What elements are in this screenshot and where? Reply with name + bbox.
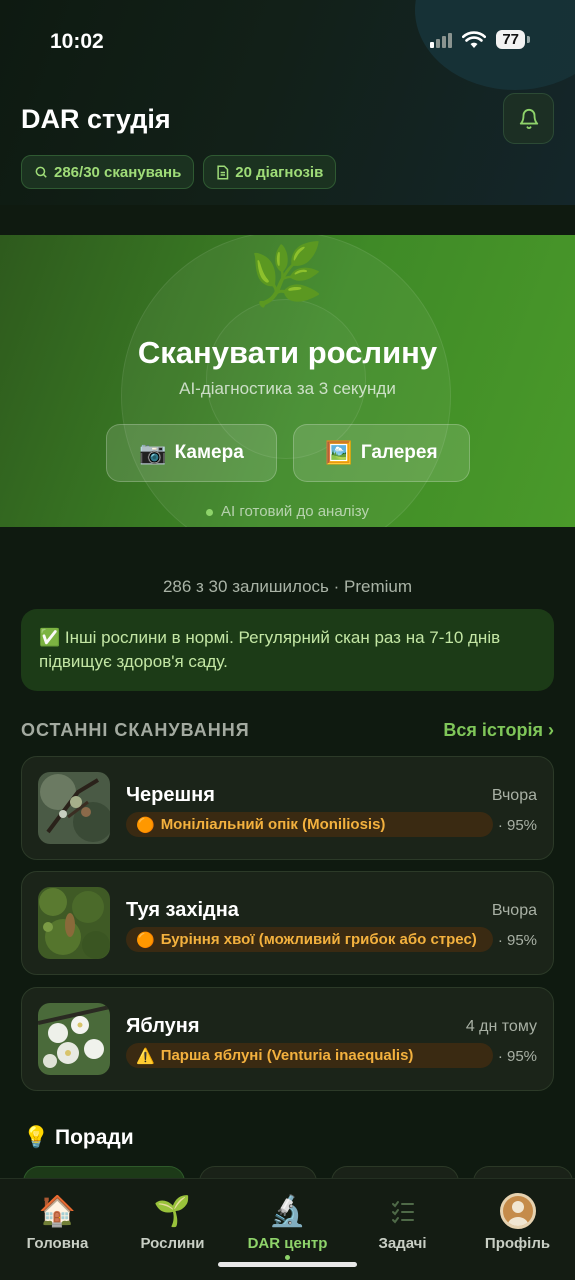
stats-chips: 286/30 сканувань 20 діагнозів <box>21 155 337 189</box>
bell-icon <box>519 108 538 129</box>
plant-name: Черешня <box>126 784 215 806</box>
avatar-wrapper <box>460 1191 575 1231</box>
nav-item-tasks[interactable]: Задачі <box>345 1191 460 1252</box>
gallery-button-label: Галерея <box>360 442 438 463</box>
nav-label: Рослини <box>140 1235 205 1252</box>
severity-icon: ⚠️ <box>136 1047 155 1065</box>
nav-label: Головна <box>26 1235 89 1252</box>
sprout-icon: 🌱 <box>153 1194 192 1228</box>
history-link[interactable]: Вся історія › <box>443 720 554 741</box>
diagnosis-text: Парша яблуні (Venturia inaequalis) <box>160 1047 414 1064</box>
nav-item-dar-center[interactable]: 🔬 DAR центр <box>230 1191 345 1260</box>
active-indicator <box>285 1255 290 1260</box>
nav-label: Профіль <box>484 1235 551 1252</box>
status-dot-icon <box>206 508 214 516</box>
nav-item-profile[interactable]: Профіль <box>460 1191 575 1252</box>
diagnoses-chip-label: 20 діагнозів <box>235 163 324 181</box>
checklist-icon <box>345 1191 460 1231</box>
nav-item-plants[interactable]: 🌱 Рослини <box>115 1191 230 1253</box>
plant-name: Яблуня <box>126 1015 200 1037</box>
camera-button-label: Камера <box>174 442 244 463</box>
ai-status-text: AI готовий до аналізу <box>221 503 369 520</box>
avatar-icon <box>499 1193 536 1229</box>
microscope-icon: 🔬 <box>268 1194 307 1228</box>
diagnosis-badge: ⚠️ Парша яблуні (Venturia inaequalis) <box>126 1043 493 1068</box>
notifications-button[interactable] <box>503 93 554 144</box>
signal-icon <box>430 32 453 48</box>
nav-item-home[interactable]: 🏠 Головна <box>0 1191 115 1253</box>
header: 10:02 77 DAR студія 286/30 сканувань 20 … <box>0 0 575 205</box>
severity-icon: 🟠 <box>136 816 155 834</box>
status-time: 10:02 <box>50 30 104 53</box>
quota-text: 286 з 30 залишилось · Premium <box>162 577 413 596</box>
confidence: · 95% <box>497 817 537 834</box>
diagnosis-text: Буріння хвої (можливий грибок або стрес) <box>160 931 477 948</box>
scan-card[interactable]: Туя західна Вчора 🟠 Буріння хвої (можлив… <box>21 871 554 975</box>
plant-thumbnail <box>38 887 110 959</box>
recent-scans-title: ОСТАННІ СКАНУВАННЯ <box>21 720 250 740</box>
gallery-icon: 🖼️ <box>325 440 353 465</box>
diagnoses-chip[interactable]: 20 діагнозів <box>203 155 337 189</box>
leaf-icon: 🌿 <box>249 241 324 308</box>
plant-thumbnail <box>38 1003 110 1075</box>
confidence: · 95% <box>497 1048 537 1065</box>
hero-subtitle: AI-діагностика за 3 секунди <box>179 379 396 398</box>
battery-indicator: 77 <box>496 30 530 49</box>
document-icon <box>217 165 229 179</box>
plant-thumbnail <box>38 772 110 844</box>
diagnosis-badge: 🟠 Буріння хвої (можливий грибок або стре… <box>126 927 493 952</box>
wifi-icon <box>462 30 487 48</box>
nav-label: DAR центр <box>247 1235 328 1252</box>
plant-name: Туя західна <box>126 899 239 921</box>
page-title: DAR студія <box>21 104 171 134</box>
health-notice: ✅ Інші рослини в нормі. Регулярний скан … <box>21 609 554 691</box>
nav-label: Задачі <box>378 1235 427 1252</box>
diagnosis-text: Моніліальний опік (Moniliosis) <box>160 816 386 833</box>
diagnosis-badge: 🟠 Моніліальний опік (Moniliosis) <box>126 812 493 837</box>
scan-time: 4 дн тому <box>465 1018 537 1035</box>
scan-time: Вчора <box>491 787 537 804</box>
ai-status: AI готовий до аналізу <box>0 503 575 520</box>
house-icon: 🏠 <box>38 1194 77 1228</box>
scans-chip[interactable]: 286/30 сканувань <box>21 155 195 189</box>
camera-button[interactable]: 📷 Камера <box>106 424 277 482</box>
severity-icon: 🟠 <box>136 931 155 949</box>
search-icon <box>35 166 47 178</box>
tips-title: 💡 Поради <box>23 1126 134 1149</box>
confidence: · 95% <box>497 932 537 949</box>
scan-card[interactable]: Яблуня 4 дн тому ⚠️ Парша яблуні (Ventur… <box>21 987 554 1091</box>
scans-chip-label: 286/30 сканувань <box>54 163 182 181</box>
camera-icon: 📷 <box>139 440 167 465</box>
hero-title: Сканувати рослину <box>137 335 438 370</box>
recent-scans-header: ОСТАННІ СКАНУВАННЯ Вся історія › <box>21 720 554 741</box>
status-icons: 77 <box>430 30 530 49</box>
gallery-button[interactable]: 🖼️ Галерея <box>293 424 470 482</box>
scan-time: Вчора <box>491 902 537 919</box>
scan-card[interactable]: Черешня Вчора 🟠 Моніліальний опік (Monil… <box>21 756 554 860</box>
scan-hero: 🌿 Сканувати рослину AI-діагностика за 3 … <box>0 235 575 527</box>
home-indicator <box>218 1262 357 1267</box>
